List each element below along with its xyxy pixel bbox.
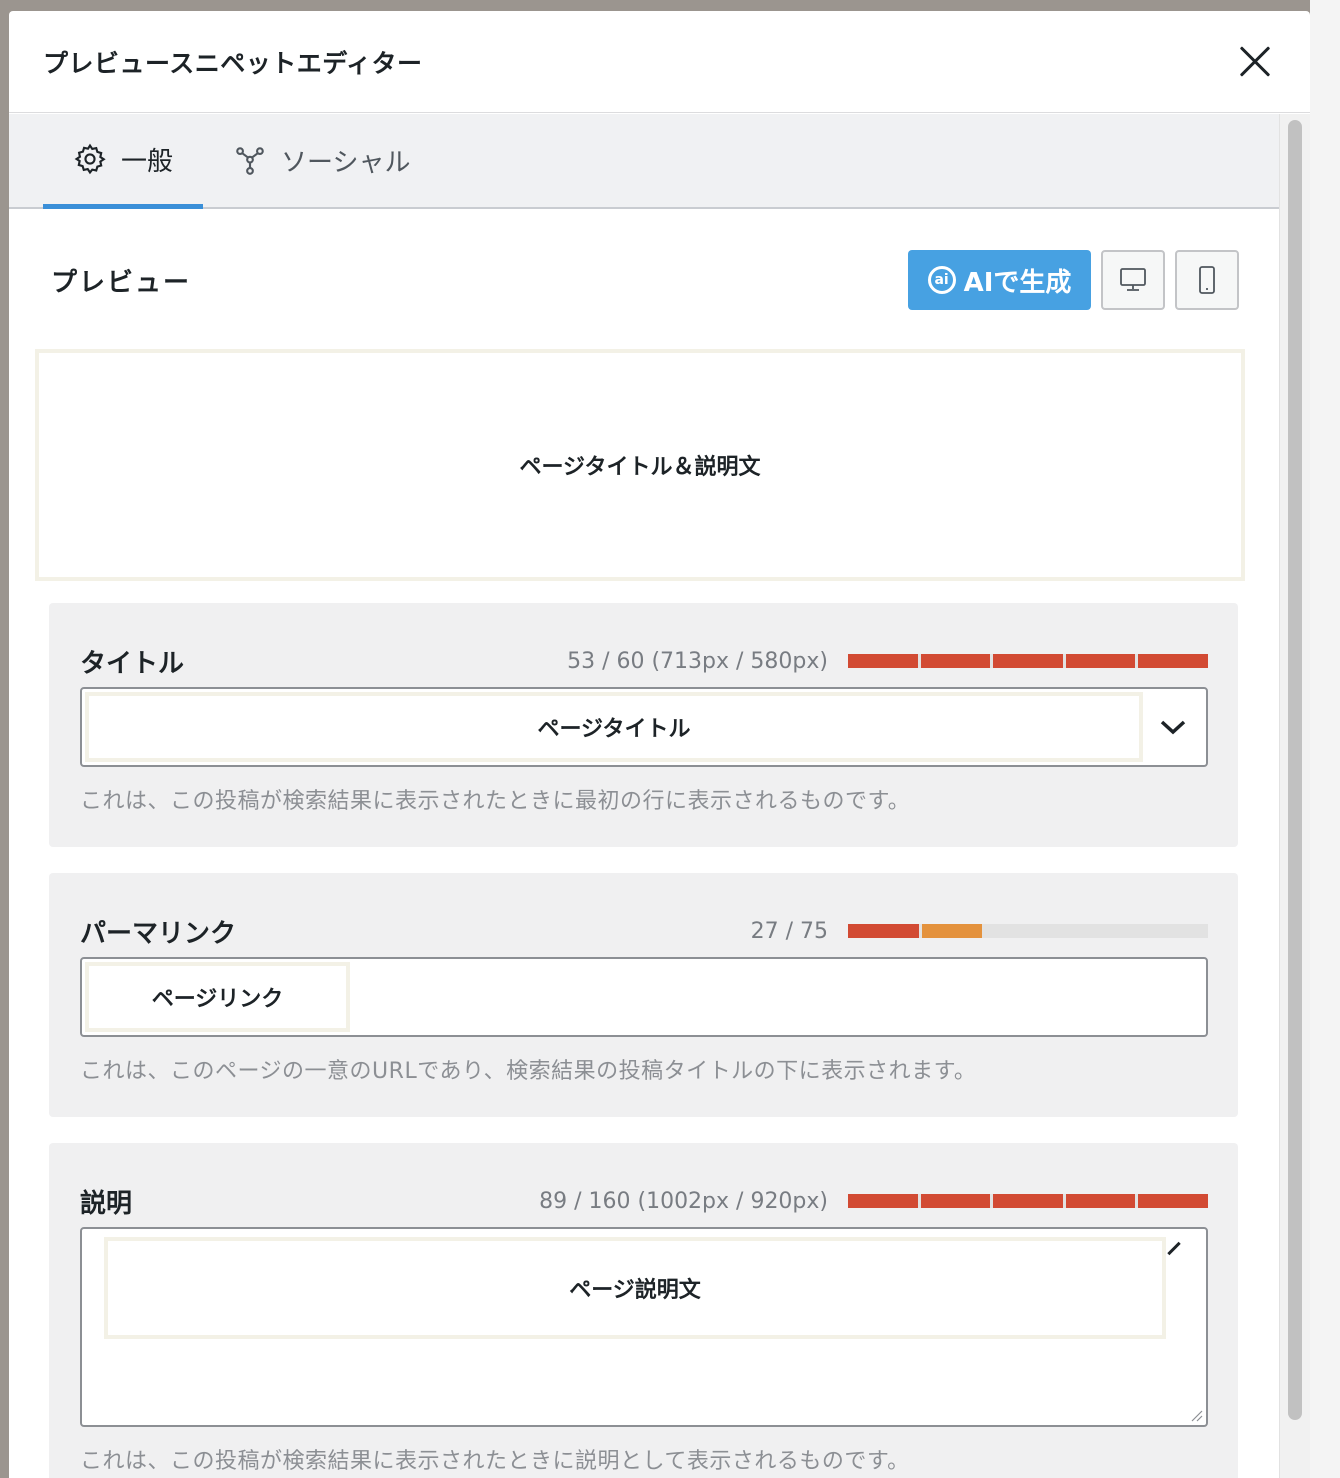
description-length-meter [848, 1194, 1208, 1208]
description-counter: 89 / 160 (1002px / 920px) [539, 1188, 828, 1214]
title-value-text: ページタイトル [537, 717, 691, 742]
ai-generate-label: AIで生成 [963, 267, 1072, 298]
meter-segment [1138, 1194, 1208, 1208]
modal-body: 一般 ソーシャル プレビュー ai AIで生成 ページタイトル＆説明文 タイトル… [9, 114, 1279, 1478]
ai-generate-button[interactable]: ai AIで生成 [908, 250, 1091, 310]
tab-bar: 一般 ソーシャル [9, 114, 1279, 209]
permalink-input[interactable]: ページリンク [80, 957, 1208, 1037]
title-section: タイトル 53 / 60 (713px / 580px) ページタイトル これは… [49, 603, 1238, 847]
title-variable-dropdown[interactable] [1143, 692, 1203, 762]
title-section-head: タイトル 53 / 60 (713px / 580px) [80, 643, 1208, 679]
preview-header: プレビュー ai AIで生成 [9, 249, 1279, 311]
meter-segment [1065, 1194, 1136, 1208]
mobile-icon [1199, 266, 1215, 294]
title-counter: 53 / 60 (713px / 580px) [567, 648, 828, 674]
close-icon[interactable] [1232, 40, 1276, 84]
description-label: 説明 [80, 1188, 133, 1219]
meter-segment [993, 654, 1063, 668]
scrollbar-thumb[interactable] [1288, 120, 1302, 1420]
serp-preview-box: ページタイトル＆説明文 [35, 349, 1245, 581]
title-value: ページタイトル [85, 692, 1143, 762]
meter-segment [848, 1194, 918, 1208]
meter-segment [921, 924, 982, 938]
description-value: ページ説明文 [104, 1237, 1166, 1339]
tab-general[interactable]: 一般 [43, 114, 204, 209]
permalink-counter: 27 / 75 [750, 918, 828, 944]
resize-handle-icon[interactable] [1189, 1408, 1203, 1422]
permalink-help-text: これは、このページの一意のURLであり、検索結果の投稿タイトルの下に表示されます… [80, 1059, 977, 1084]
title-length-meter [848, 654, 1208, 668]
snippet-editor-modal: プレビュースニペットエディター 一般 ソーシャル プレビュー ai AIで生成 … [9, 11, 1310, 1478]
mobile-preview-button[interactable] [1175, 250, 1239, 310]
meter-segment [985, 924, 1208, 938]
title-help-text: これは、この投稿が検索結果に表示されたときに最初の行に表示されるものです。 [80, 789, 911, 814]
meter-segment [1138, 654, 1208, 668]
permalink-section: パーマリンク 27 / 75 ページリンク これは、このページの一意のURLであ… [49, 873, 1238, 1117]
meter-segment [1065, 654, 1136, 668]
description-section: 説明 89 / 160 (1002px / 920px) ページ説明文 これは、… [49, 1143, 1238, 1478]
description-help-text: これは、この投稿が検索結果に表示されたときに説明として表示されるものです。 [80, 1449, 910, 1474]
preview-actions: ai AIで生成 [908, 250, 1239, 310]
tab-social[interactable]: ソーシャル [203, 114, 440, 207]
modal-title: プレビュースニペットエディター [43, 48, 423, 78]
description-section-head: 説明 89 / 160 (1002px / 920px) [80, 1183, 1208, 1219]
meter-segment [993, 1194, 1063, 1208]
title-input[interactable]: ページタイトル [80, 687, 1208, 767]
desktop-icon [1120, 268, 1146, 291]
tab-social-label: ソーシャル [281, 148, 411, 178]
preview-label: プレビュー [51, 267, 192, 298]
chevron-down-icon [1160, 720, 1186, 735]
page-backdrop-right [1310, 0, 1340, 1478]
meter-segment [848, 654, 918, 668]
edit-icon[interactable] [1167, 1241, 1181, 1256]
serp-preview-text: ページタイトル＆説明文 [519, 455, 761, 480]
meter-segment [920, 1194, 991, 1208]
ai-icon: ai [927, 266, 956, 294]
permalink-value: ページリンク [85, 962, 350, 1032]
meter-segment [920, 654, 991, 668]
permalink-length-meter [848, 924, 1208, 938]
description-counter-wrap: 89 / 160 (1002px / 920px) [539, 1189, 1208, 1214]
title-counter-wrap: 53 / 60 (713px / 580px) [567, 649, 1208, 674]
gear-icon [74, 143, 106, 175]
share-icon [236, 146, 264, 175]
permalink-label: パーマリンク [80, 918, 237, 949]
meter-segment [848, 924, 919, 938]
tab-general-label: 一般 [121, 146, 174, 177]
permalink-counter-wrap: 27 / 75 [751, 919, 1208, 944]
modal-header: プレビュースニペットエディター [9, 11, 1310, 113]
permalink-value-text: ページリンク [151, 987, 284, 1012]
desktop-preview-button[interactable] [1101, 250, 1165, 310]
permalink-section-head: パーマリンク 27 / 75 [80, 913, 1208, 949]
description-value-text: ページ説明文 [569, 1278, 701, 1303]
description-textarea[interactable]: ページ説明文 [80, 1227, 1208, 1427]
modal-scrollbar[interactable] [1279, 114, 1310, 1478]
title-label: タイトル [80, 648, 185, 679]
